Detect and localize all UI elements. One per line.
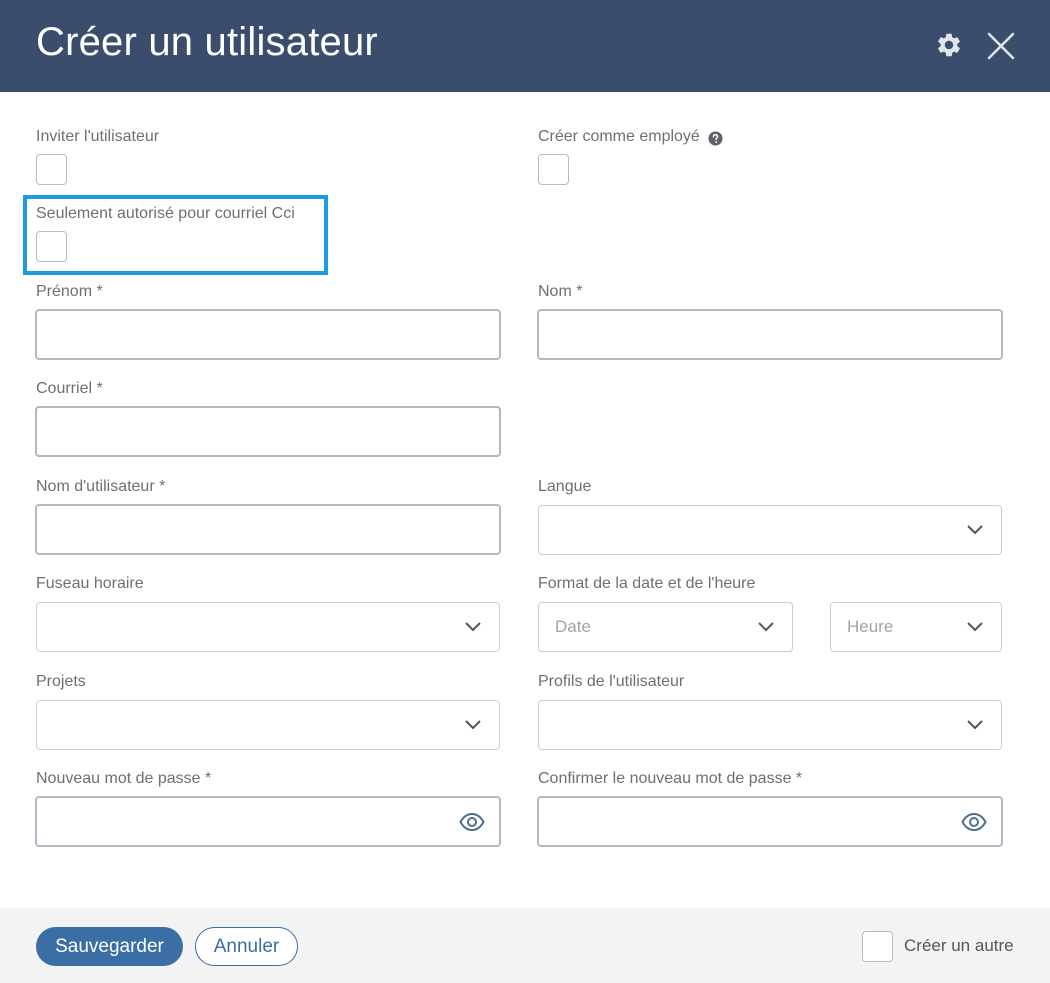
- time-format-select[interactable]: Heure: [830, 602, 1002, 652]
- invite-user-checkbox[interactable]: [36, 154, 67, 185]
- date-format-select[interactable]: Date: [538, 602, 793, 652]
- username-field[interactable]: [35, 504, 501, 555]
- user-profiles-label: Profils de l'utilisateur: [538, 673, 685, 690]
- language-select[interactable]: [538, 505, 1002, 555]
- dialog-header: Créer un utilisateur: [0, 0, 1050, 92]
- user-profiles-select[interactable]: [538, 700, 1002, 750]
- projects-label: Projets: [36, 673, 86, 690]
- timezone-select[interactable]: [36, 602, 500, 652]
- save-button[interactable]: Sauvegarder: [36, 927, 183, 966]
- last-name-field[interactable]: [537, 309, 1003, 360]
- last-name-label: Nom *: [538, 283, 583, 300]
- help-icon[interactable]: [708, 131, 723, 146]
- chevron-down-icon: [465, 720, 481, 730]
- new-password-field[interactable]: [35, 796, 501, 847]
- chevron-down-icon: [967, 720, 983, 730]
- create-another-checkbox[interactable]: [862, 931, 893, 962]
- first-name-field[interactable]: [35, 309, 501, 360]
- create-as-employee-label: Créer comme employé: [538, 128, 700, 145]
- create-another-label: Créer un autre: [904, 936, 1014, 955]
- bcc-only-checkbox[interactable]: [36, 231, 67, 262]
- time-format-placeholder: Heure: [847, 617, 894, 636]
- eye-icon[interactable]: [459, 812, 485, 832]
- username-label: Nom d'utilisateur *: [36, 478, 166, 495]
- chevron-down-icon: [967, 525, 983, 535]
- new-password-label: Nouveau mot de passe *: [36, 770, 212, 787]
- gear-icon[interactable]: [935, 31, 963, 59]
- create-as-employee-checkbox[interactable]: [538, 154, 569, 185]
- bcc-only-label: Seulement autorisé pour courriel Cci: [36, 205, 295, 222]
- eye-icon[interactable]: [961, 812, 987, 832]
- language-label: Langue: [538, 478, 592, 495]
- close-icon[interactable]: [986, 31, 1016, 61]
- invite-user-label: Inviter l'utilisateur: [36, 128, 160, 145]
- cancel-button[interactable]: Annuler: [195, 927, 298, 966]
- timezone-label: Fuseau horaire: [36, 575, 144, 592]
- chevron-down-icon: [465, 622, 481, 632]
- date-format-placeholder: Date: [555, 617, 591, 636]
- chevron-down-icon: [967, 622, 983, 632]
- chevron-down-icon: [758, 622, 774, 632]
- email-field[interactable]: [35, 406, 501, 457]
- projects-select[interactable]: [36, 700, 500, 750]
- dialog-footer: Sauvegarder Annuler Créer un autre: [0, 908, 1050, 983]
- datetime-format-label: Format de la date et de l'heure: [538, 575, 756, 592]
- email-label: Courriel *: [36, 380, 103, 397]
- first-name-label: Prénom *: [36, 283, 103, 300]
- dialog-title: Créer un utilisateur: [36, 20, 378, 64]
- confirm-password-field[interactable]: [537, 796, 1003, 847]
- confirm-password-label: Confirmer le nouveau mot de passe *: [538, 770, 803, 787]
